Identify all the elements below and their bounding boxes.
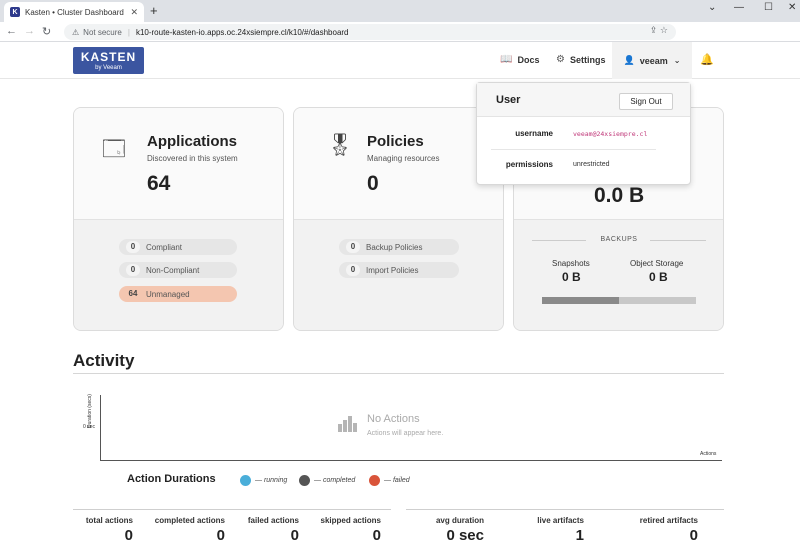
browser-tab[interactable]: K Kasten • Cluster Dashboard ✕	[4, 2, 144, 22]
card-subtitle: Managing resources	[367, 154, 440, 163]
book-icon: 📖	[500, 54, 513, 65]
dropdown-title: User	[496, 94, 521, 106]
storage-usage-fill	[542, 297, 619, 304]
action-stats: total actions 0 completed actions 0 fail…	[73, 509, 391, 552]
app-header: KASTEN by Veeam 📖 Docs ⚙ Settings 👤 veea…	[0, 42, 800, 79]
retired-artifacts-stat: retired artifacts 0	[639, 516, 698, 544]
bell-icon[interactable]: 🔔	[700, 53, 714, 66]
tab-search-icon[interactable]: ⌄	[708, 2, 716, 13]
sign-out-button[interactable]: Sign Out	[619, 93, 673, 110]
new-tab-button[interactable]: +	[150, 3, 158, 18]
browser-tab-bar: K Kasten • Cluster Dashboard ✕ + ⌄ — ☐ ✕	[0, 0, 800, 22]
import-policies-pill[interactable]: 0 Import Policies	[339, 262, 459, 278]
completed-actions-stat: completed actions 0	[154, 516, 225, 544]
window-close-icon[interactable]: ✕	[788, 2, 796, 13]
permissions-label: permissions	[505, 160, 553, 169]
back-icon[interactable]: ←	[6, 25, 17, 37]
total-actions-stat: total actions 0	[85, 516, 133, 544]
artifact-stats: avg duration 0 sec live artifacts 1 reti…	[406, 509, 724, 552]
data-total: 0.0 B	[594, 184, 645, 207]
chart-x-axis	[100, 460, 722, 461]
failed-actions-stat: failed actions 0	[247, 516, 299, 544]
warning-icon: ⚠	[72, 27, 80, 37]
non-compliant-pill[interactable]: 0 Non-Compliant	[119, 262, 237, 278]
username-value: veeam@24xsiempre.cl	[573, 130, 648, 138]
application-window-icon: 🗔	[102, 136, 126, 161]
legend-dot	[299, 475, 310, 486]
backups-label: BACKUPS	[600, 236, 638, 243]
logo-main: KASTEN	[80, 50, 137, 64]
skipped-actions-stat: skipped actions 0	[320, 516, 381, 544]
bookmark-star-icon[interactable]: ⇪ ☆	[650, 25, 668, 36]
live-artifacts-stat: live artifacts 1	[537, 516, 584, 544]
legend-dot	[240, 475, 251, 486]
forward-icon[interactable]: →	[24, 25, 35, 37]
browser-address-row: ← → ↻ ⚠ Not secure | k10-route-kasten-io…	[0, 22, 800, 59]
user-icon: 👤	[623, 55, 635, 65]
object-storage-label: Object Storage	[630, 259, 684, 268]
not-secure-label: Not secure	[83, 27, 122, 37]
user-dropdown: User Sign Out username veeam@24xsiempre.…	[476, 82, 691, 185]
legend-completed: — completed	[299, 475, 355, 486]
gear-icon: ⚙	[556, 54, 565, 65]
username-label: username	[515, 129, 553, 138]
object-storage-value: 0 B	[649, 270, 668, 284]
activity-heading: Activity	[73, 351, 135, 370]
no-actions-title: No Actions	[367, 413, 420, 425]
kasten-logo[interactable]: KASTEN by Veeam	[73, 47, 144, 74]
url-text: k10-route-kasten-io.apps.oc.24xsiempre.c…	[135, 27, 349, 37]
reload-icon[interactable]: ↻	[42, 25, 51, 38]
legend-failed: — failed	[369, 475, 410, 486]
snapshots-label: Snapshots	[552, 259, 590, 268]
policies-card[interactable]: 🎖 Policies Managing resources 0 0 Backup…	[293, 107, 504, 331]
user-menu-button[interactable]: 👤 veeam ⌄	[612, 42, 692, 79]
settings-link[interactable]: ⚙ Settings	[556, 54, 605, 65]
card-subtitle: Discovered in this system	[147, 154, 238, 163]
legend-running: — running	[240, 475, 287, 486]
avg-duration-stat: avg duration 0 sec	[435, 516, 484, 544]
card-title: Policies	[367, 133, 424, 150]
minimize-icon[interactable]: —	[734, 2, 744, 13]
legend-dot	[369, 475, 380, 486]
logo-sub: by Veeam	[95, 65, 122, 71]
applications-card[interactable]: 🗔 Applications Discovered in this system…	[73, 107, 284, 331]
storage-usage-bar	[542, 297, 696, 304]
unmanaged-pill[interactable]: 64 Unmanaged	[119, 286, 237, 302]
backup-policies-pill[interactable]: 0 Backup Policies	[339, 239, 459, 255]
tab-title: Kasten • Cluster Dashboard	[25, 7, 124, 17]
y-axis-label: Duration (secs)	[87, 394, 93, 428]
compliant-pill[interactable]: 0 Compliant	[119, 239, 237, 255]
chevron-down-icon: ⌄	[673, 56, 681, 65]
no-actions-subtitle: Actions will appear here.	[367, 430, 444, 437]
permissions-value: unrestricted	[573, 161, 610, 168]
snapshots-value: 0 B	[562, 270, 581, 284]
award-ribbon-icon: 🎖	[326, 132, 354, 157]
action-durations-heading: Action Durations	[127, 473, 216, 485]
applications-count: 64	[147, 172, 171, 195]
x-axis-label: Actions	[700, 451, 717, 457]
kasten-favicon-icon: K	[10, 7, 20, 17]
tab-close-icon[interactable]: ✕	[130, 7, 138, 18]
address-bar[interactable]: ⚠ Not secure | k10-route-kasten-io.apps.…	[64, 24, 676, 40]
maximize-icon[interactable]: ☐	[764, 2, 773, 13]
docs-link[interactable]: 📖 Docs	[500, 54, 539, 65]
bar-chart-icon	[338, 416, 357, 432]
card-title: Applications	[147, 133, 238, 150]
chart-y-axis	[100, 395, 101, 461]
policies-count: 0	[367, 172, 379, 195]
